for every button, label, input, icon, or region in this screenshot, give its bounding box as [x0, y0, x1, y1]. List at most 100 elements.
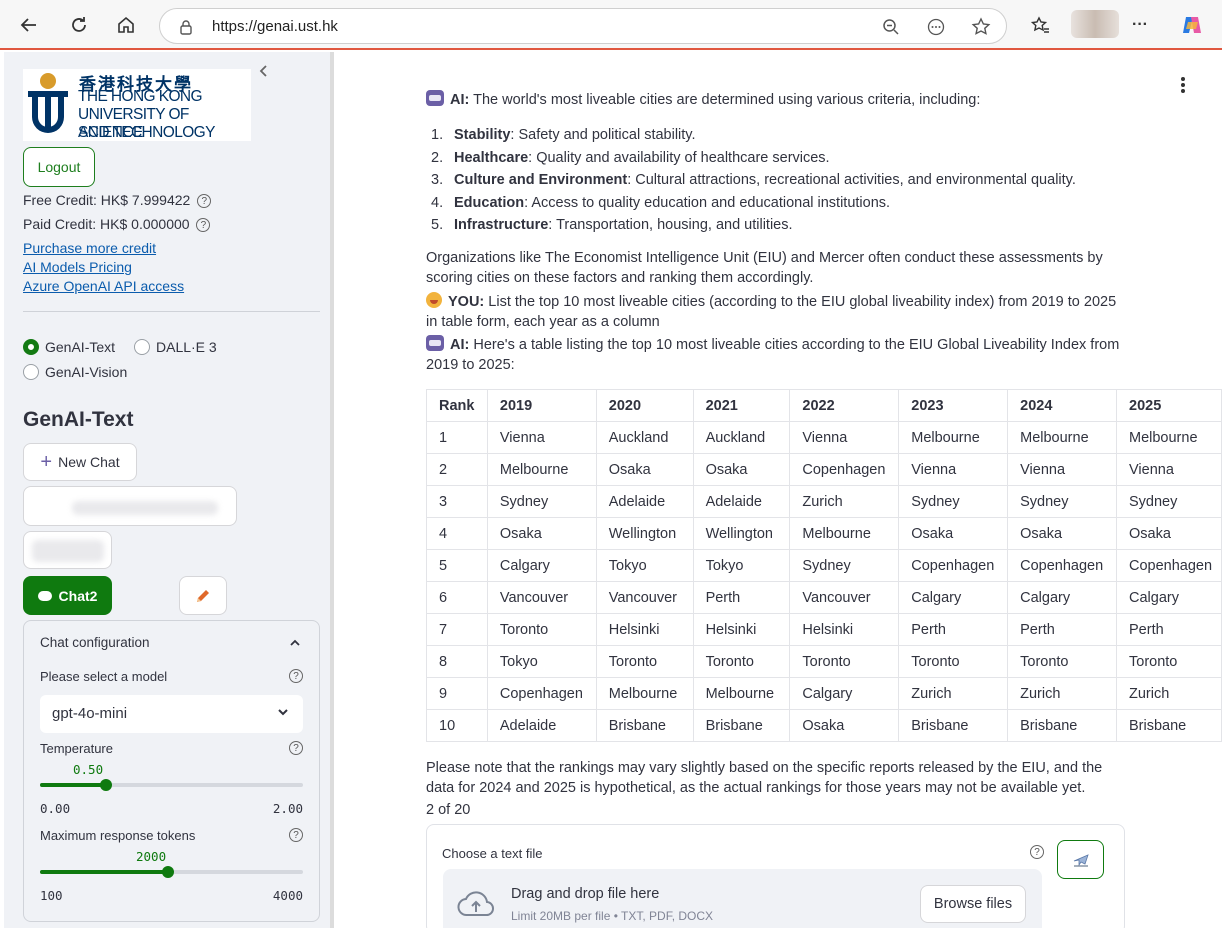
file-uploader: Choose a text file ? Drag and drop file … [426, 824, 1125, 928]
city-cell: Osaka [1116, 517, 1222, 550]
mode-radio-genai-vision[interactable]: GenAI-Vision [23, 363, 127, 381]
send-file-button[interactable] [1057, 840, 1104, 879]
zoom-out-icon[interactable] [881, 17, 901, 37]
azure-api-link[interactable]: Azure OpenAI API access [23, 278, 184, 294]
airplane-icon [1073, 853, 1089, 867]
city-cell: Sydney [898, 485, 1009, 518]
model-label: Please select a model [40, 669, 168, 684]
city-cell: Adelaide [486, 709, 597, 742]
rank-cell: 4 [426, 517, 488, 550]
temperature-slider[interactable] [40, 779, 303, 791]
disclaimer-note: Please note that the rankings may vary s… [426, 760, 1103, 796]
help-icon[interactable]: ? [197, 194, 212, 209]
new-chat-button[interactable]: + New Chat [23, 443, 137, 481]
slider-handle[interactable] [100, 779, 112, 791]
logo-english-line3: AND TECHNOLOGY [78, 124, 215, 141]
home-icon[interactable] [113, 12, 139, 38]
city-cell: Adelaide [692, 485, 791, 518]
paid-credit-row: Paid Credit: HK$ 0.000000 ? [23, 216, 211, 233]
city-cell: Melbourne [789, 517, 900, 550]
favorites-icon[interactable] [1027, 12, 1053, 38]
plus-icon: + [40, 451, 53, 473]
city-cell: Sydney [1116, 485, 1222, 518]
radio-selected-icon[interactable] [23, 339, 39, 356]
column-header: Rank [426, 389, 488, 422]
city-cell: Sydney [1007, 485, 1117, 518]
active-chat-button[interactable]: Chat2 [23, 576, 112, 615]
kebab-menu-icon[interactable] [1180, 76, 1186, 99]
logout-button[interactable]: Logout [23, 147, 95, 187]
max-tokens-slider[interactable] [40, 866, 303, 878]
chat-main: AI: The world's most liveable cities are… [334, 52, 1222, 928]
city-cell: Calgary [1116, 581, 1222, 614]
rank-cell: 5 [426, 549, 488, 582]
user-face-icon [426, 292, 442, 308]
slider-fill [40, 783, 106, 787]
rank-cell: 8 [426, 645, 488, 678]
more-options-circle-icon[interactable] [926, 17, 946, 37]
max-tokens-value: 2000 [136, 849, 167, 864]
radio-unselected-icon[interactable] [23, 364, 39, 381]
city-cell: Vienna [898, 453, 1009, 486]
profile-avatar[interactable] [1071, 10, 1119, 38]
collapse-sidebar-chevron-icon[interactable] [258, 64, 270, 83]
chevron-up-icon[interactable] [289, 635, 301, 651]
lock-icon[interactable] [176, 17, 196, 37]
column-header: 2023 [898, 389, 1009, 422]
mode-label: GenAI-Text [45, 339, 116, 356]
rename-chat-button[interactable] [179, 576, 227, 615]
city-cell: Copenhagen [1007, 549, 1117, 582]
help-icon[interactable]: ? [289, 741, 303, 755]
active-chat-label: Chat2 [58, 587, 98, 604]
city-cell: Melbourne [898, 421, 1009, 454]
rank-cell: 2 [426, 453, 488, 486]
list-item: 1. Stability: Safety and political stabil… [431, 127, 696, 143]
drop-zone[interactable]: Drag and drop file here Limit 20MB per f… [443, 869, 1042, 928]
chevron-down-icon [277, 704, 289, 720]
city-cell: Auckland [595, 421, 694, 454]
city-cell: Zurich [1116, 677, 1222, 710]
ai-label: AI: [450, 92, 470, 108]
city-cell: Copenhagen [898, 549, 1009, 582]
logo-english-line1: THE HONG KONG [78, 88, 203, 105]
slider-handle[interactable] [162, 866, 174, 878]
favorite-star-icon[interactable] [971, 17, 991, 37]
mode-radio-genai-text[interactable]: GenAI-Text [23, 338, 116, 356]
city-cell: Osaka [789, 709, 900, 742]
url-text[interactable]: https://genai.ust.hk [212, 18, 338, 35]
city-cell: Brisbane [692, 709, 791, 742]
table-row: 1 Vienna Auckland Auckland Vienna Melbourne Me… [426, 421, 1222, 454]
city-cell: Zurich [898, 677, 1009, 710]
table-row: 4 Osaka Wellington Wellington Melbourne Osaka… [426, 517, 1222, 550]
help-icon[interactable]: ? [1030, 845, 1044, 859]
purchase-credit-link[interactable]: Purchase more credit [23, 240, 156, 256]
reload-icon[interactable] [66, 12, 92, 38]
city-cell: Copenhagen [486, 677, 597, 710]
rank-cell: 10 [426, 709, 488, 742]
city-cell: Toronto [898, 645, 1009, 678]
models-pricing-link[interactable]: AI Models Pricing [23, 259, 132, 275]
mode-radio-dalle[interactable]: DALL·E 3 [134, 338, 217, 356]
help-icon[interactable]: ? [289, 828, 303, 842]
radio-unselected-icon[interactable] [134, 339, 150, 356]
temperature-max: 2.00 [272, 801, 303, 816]
mode-label: DALL·E 3 [156, 339, 217, 356]
city-cell: Osaka [486, 517, 597, 550]
city-cell: Toronto [1007, 645, 1117, 678]
chat-history-item[interactable] [23, 531, 112, 569]
copilot-icon[interactable] [1179, 12, 1205, 38]
rank-cell: 1 [426, 421, 488, 454]
model-select[interactable]: gpt-4o-mini [40, 695, 303, 733]
browser-menu-icon[interactable]: ··· [1127, 12, 1153, 38]
chat-configuration-panel: Chat configuration Please select a model… [23, 620, 320, 922]
browse-files-button[interactable]: Browse files [920, 885, 1026, 923]
help-icon[interactable]: ? [289, 669, 303, 683]
back-arrow-icon[interactable] [16, 12, 42, 38]
help-icon[interactable]: ? [196, 218, 211, 233]
city-cell: Toronto [486, 613, 597, 646]
city-cell: Vancouver [789, 581, 900, 614]
cloud-upload-icon [457, 891, 494, 916]
address-bar[interactable]: https://genai.ust.hk [159, 8, 1007, 44]
chat-history-item[interactable] [23, 486, 237, 526]
table-row: 2 Melbourne Osaka Osaka Copenhagen Vienna Vien… [426, 453, 1222, 486]
